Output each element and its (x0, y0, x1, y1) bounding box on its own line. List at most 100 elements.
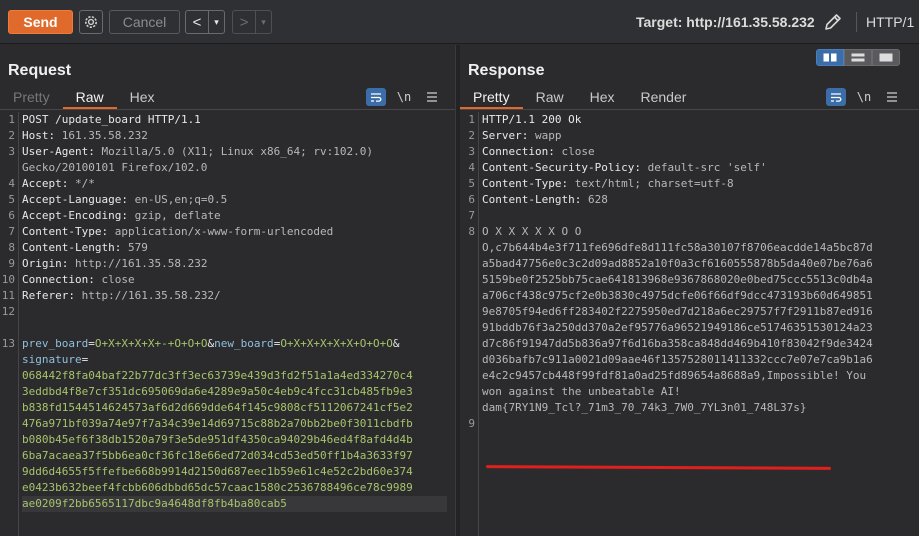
response-code: HTTP/1.1 200 Ok Server: wapp Connection:… (482, 112, 911, 432)
line-number: 8 (8, 241, 15, 254)
header-value: Mozilla/5.0 (X11; Linux x86_64; rv:102.0… (94, 145, 374, 158)
header-value: en-US,en;q=0.5 (127, 193, 228, 206)
request-line: Content-Type: application/x-www-form-url… (22, 225, 334, 238)
response-tab-raw[interactable]: Raw (523, 87, 577, 109)
response-editor[interactable]: 1 2 3 4 5 6 7 8 9 HTTP/1.1 200 Ok Server… (460, 112, 919, 536)
flag-line: dam{7RY1N9_Tcl?_71m3_70_74k3_7W0_7YL3n01… (482, 401, 807, 414)
line-number: 8 (468, 225, 475, 238)
send-button[interactable]: Send (8, 10, 73, 34)
show-newlines-toggle[interactable]: \n (394, 88, 414, 106)
header-name: Connection (482, 145, 549, 158)
request-tab-divider (0, 109, 455, 110)
request-tabs: Pretty Raw Hex (0, 87, 168, 109)
back-history-dropdown[interactable]: ▾ (208, 11, 224, 33)
toolbar: Send Cancel < ▾ > ▾ Target: http://161.3… (0, 0, 919, 44)
line-number: 6 (8, 209, 15, 222)
response-line: Content-Security-Policy: default-src 'se… (482, 161, 767, 174)
layout-stacked-button[interactable] (844, 49, 872, 66)
signature-line: 6ba7acaea37f5bb6ea0cf36fc18e66ed72d034cd… (22, 449, 413, 462)
request-editor[interactable]: 1 2 3 4 5 6 7 8 9 10 11 12 13 POST /upda… (0, 112, 455, 536)
show-newlines-toggle[interactable]: \n (854, 88, 874, 106)
response-tabs: Pretty Raw Hex Render (460, 87, 699, 109)
request-line: Content-Length: 579 (22, 241, 148, 254)
request-line: Accept-Language: en-US,en;q=0.5 (22, 193, 228, 206)
response-body-line: a5bad47756e0c3c2d09ad8852a10f0a3cf616055… (482, 257, 873, 270)
header-value: Gecko/20100101 Firefox/102.0 (22, 161, 208, 174)
line-number: 9 (8, 257, 15, 270)
request-tab-hex[interactable]: Hex (117, 87, 168, 109)
settings-button[interactable] (79, 10, 103, 34)
header-name: Connection (22, 273, 89, 286)
request-line: POST /update_board HTTP/1.1 (22, 112, 447, 128)
response-line: Connection: close (482, 145, 595, 158)
header-value: gzip, deflate (127, 209, 221, 222)
request-line-wrapped: Gecko/20100101 Firefox/102.0 (22, 160, 447, 176)
header-value: 161.35.58.232 (55, 129, 148, 142)
header-value: default-src 'self' (640, 161, 767, 174)
response-line: Content-Length: 628 (482, 193, 608, 206)
line-number: 6 (468, 193, 475, 206)
response-line-gutter: 1 2 3 4 5 6 7 8 9 (460, 112, 479, 536)
response-line: HTTP/1.1 200 Ok (482, 112, 911, 128)
history-forward-group: > ▾ (232, 10, 272, 34)
protocol-label[interactable]: HTTP/1 (866, 14, 914, 30)
menu-icon[interactable] (422, 88, 442, 106)
header-name: Accept-Language (22, 193, 122, 206)
response-line-empty (482, 416, 911, 432)
line-number: 7 (468, 209, 475, 222)
forward-history-dropdown[interactable]: ▾ (255, 11, 271, 33)
response-body-line: won against the unbeatable AI! (482, 385, 681, 398)
line-number: 7 (8, 225, 15, 238)
history-back-group: < ▾ (185, 10, 225, 34)
request-line-empty (22, 320, 447, 336)
cancel-button[interactable]: Cancel (109, 10, 180, 34)
request-start-line: POST /update_board HTTP/1.1 (22, 113, 201, 126)
forward-button[interactable]: > (233, 11, 255, 33)
header-value: close (94, 273, 135, 286)
header-value: */* (68, 177, 95, 190)
response-body-line: a706cf438c975cf2e0b3830c4975dcfe06f66df9… (482, 289, 873, 302)
layout-single-button[interactable] (872, 49, 900, 66)
pencil-icon[interactable] (822, 11, 844, 33)
response-body-line: O,c7b644b4e3f711fe696dfe8d111fc58a30107f… (482, 241, 873, 254)
response-body-line: e4c2c9457cb448f99fdf81a0ad25fd89654a8688… (482, 369, 867, 382)
line-number: 13 (1, 337, 15, 350)
header-name: Server (482, 129, 522, 142)
request-line: Origin: http://161.35.58.232 (22, 257, 208, 270)
response-line-empty (482, 208, 911, 224)
response-tab-hex[interactable]: Hex (577, 87, 628, 109)
header-name: Origin (22, 257, 62, 270)
signature-line: b838fd1544514624573af6d2d669dde64f145c98… (22, 401, 413, 414)
request-line: User-Agent: Mozilla/5.0 (X11; Linux x86_… (22, 145, 374, 158)
line-number: 2 (468, 129, 475, 142)
request-line: Accept: */* (22, 177, 95, 190)
request-editor-tools: \n (366, 88, 442, 106)
header-value: http://161.35.58.232/ (74, 289, 221, 302)
line-number: 1 (468, 113, 475, 126)
request-tab-raw[interactable]: Raw (62, 87, 117, 109)
param-name: signature (22, 353, 82, 366)
signature-line: b080b45ef6f38db1520a79f3e5de951df4350ca9… (22, 433, 413, 446)
header-name: Host (22, 129, 49, 142)
response-body-line: O X X X X X O O (482, 225, 582, 238)
line-number: 2 (8, 129, 15, 142)
header-name: Accept (22, 177, 62, 190)
param-value: O+X+X+X+X+-+O+O+O (94, 337, 208, 350)
header-name: Content-Length (22, 241, 115, 254)
response-body-line: 91bddb76f3a250dd370a2ef95776a96521949186… (482, 321, 873, 334)
layout-side-by-side-button[interactable] (816, 49, 844, 66)
param-value: O+X+X+X+X+X+O+O+O (280, 337, 393, 350)
menu-icon[interactable] (882, 88, 902, 106)
wrap-lines-icon[interactable] (826, 88, 846, 106)
wrap-lines-icon[interactable] (366, 88, 386, 106)
response-panel: Response Pretty Raw Hex Render \n 1 2 3 … (460, 45, 919, 536)
response-tab-pretty[interactable]: Pretty (460, 87, 523, 109)
request-tab-pretty[interactable]: Pretty (0, 87, 63, 109)
request-line-empty (22, 304, 447, 320)
request-panel: Request Pretty Raw Hex \n 1 2 3 4 5 6 7 … (0, 45, 455, 536)
header-name: Content-Length (482, 193, 575, 206)
request-line: Connection: close (22, 273, 135, 286)
response-body-line: 9e8705f94ed6ff283402f2275950ed7d218a6ec2… (482, 305, 873, 318)
back-button[interactable]: < (186, 11, 208, 33)
response-tab-render[interactable]: Render (628, 87, 700, 109)
